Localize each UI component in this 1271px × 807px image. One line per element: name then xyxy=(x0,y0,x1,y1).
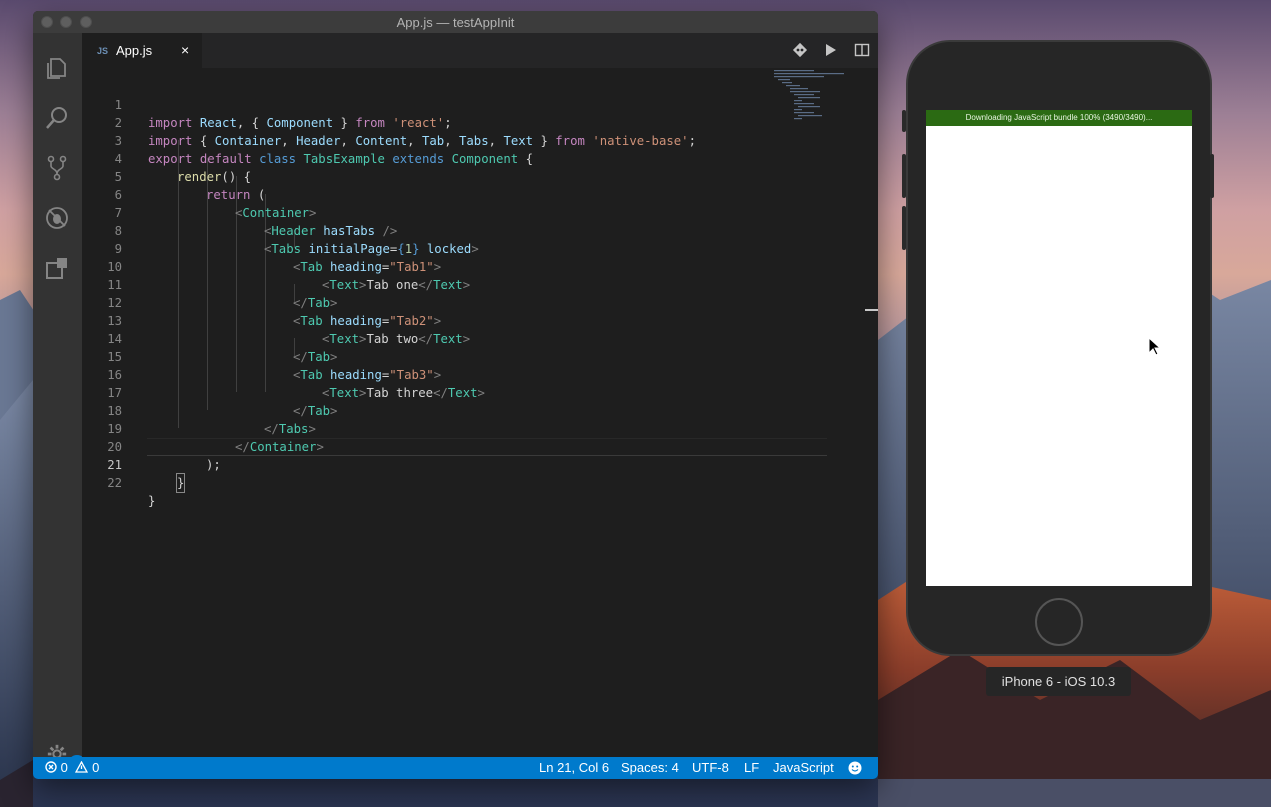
scrollbar-position-marker[interactable] xyxy=(865,309,878,311)
js-file-icon: JS xyxy=(97,45,109,56)
zoom-window-button[interactable] xyxy=(80,16,92,28)
debug-icon[interactable] xyxy=(44,205,70,231)
run-icon[interactable] xyxy=(822,42,838,58)
code-line: 19 </Container> xyxy=(82,402,827,454)
split-editor-icon[interactable] xyxy=(854,42,870,58)
code-line: 16 <Text>Tab three</Text> xyxy=(82,348,827,400)
minimize-window-button[interactable] xyxy=(60,16,72,28)
encoding-setting[interactable]: UTF-8 xyxy=(692,760,729,775)
code-line: 8 <Tabs initialPage={1} locked> xyxy=(82,204,827,256)
code-line: 1 import React, { Component } from 'reac… xyxy=(82,78,827,130)
device-label: iPhone 6 - iOS 10.3 xyxy=(986,667,1131,696)
git-compare-icon[interactable] xyxy=(792,42,808,58)
code-line: 13 <Text>Tab two</Text> xyxy=(82,294,827,346)
search-icon[interactable] xyxy=(44,105,70,131)
code-line: 12 <Tab heading="Tab2"> xyxy=(82,276,827,328)
warning-count: 0 xyxy=(92,760,100,775)
volume-up-button xyxy=(902,154,906,198)
source-control-icon[interactable] xyxy=(44,155,70,181)
files-icon[interactable] xyxy=(44,55,70,81)
code-text: } xyxy=(148,494,156,508)
code-line: 9 <Tab heading="Tab1"> xyxy=(82,222,827,274)
language-mode[interactable]: JavaScript xyxy=(773,760,834,775)
minimap[interactable] xyxy=(772,68,852,128)
code-line: 17 </Tab> xyxy=(82,366,827,418)
code-text: } xyxy=(175,473,186,493)
tab-label: App.js xyxy=(116,43,153,58)
cursor-position[interactable]: Ln 21, Col 6 xyxy=(539,760,609,775)
error-count: 0 xyxy=(60,760,68,775)
activity-bar: 1 xyxy=(33,33,86,773)
close-icon[interactable]: × xyxy=(181,42,189,58)
mouse-cursor-icon xyxy=(1148,337,1162,356)
tab-app-js[interactable]: JS App.js × xyxy=(82,33,202,68)
tab-bar: JS App.js × xyxy=(82,33,878,68)
mute-switch xyxy=(902,110,906,132)
code-line: 15 <Tab heading="Tab3"> xyxy=(82,330,827,382)
vscode-window: App.js — testAppInit JS App.js × 1 impor… xyxy=(33,11,878,779)
code-line: 20 ); xyxy=(82,420,827,472)
problems-indicator[interactable]: 0 0 xyxy=(45,760,99,775)
code-line: 22 } xyxy=(82,456,827,508)
extensions-icon[interactable] xyxy=(44,255,70,281)
indentation-setting[interactable]: Spaces: 4 xyxy=(621,760,679,775)
volume-down-button xyxy=(902,206,906,250)
code-line: 6 <Container> xyxy=(82,168,827,220)
code-line: 7 <Header hasTabs /> xyxy=(82,186,827,238)
code-line: 10 <Text>Tab one</Text> xyxy=(82,240,827,292)
iphone-simulator: Downloading JavaScript bundle 100% (3490… xyxy=(902,40,1214,656)
error-icon xyxy=(45,761,57,773)
warning-icon xyxy=(75,760,89,773)
code-line: 4 render() { xyxy=(82,132,827,184)
line-number: 22 xyxy=(107,476,122,490)
code-line: 5 return ( xyxy=(82,150,827,202)
download-progress-banner: Downloading JavaScript bundle 100% (3490… xyxy=(926,110,1192,126)
code-line: 21 } xyxy=(82,438,827,493)
title-bar: App.js — testAppInit xyxy=(33,11,878,33)
power-button xyxy=(1210,154,1214,198)
close-window-button[interactable] xyxy=(41,16,53,28)
code-line: 3 export default class TabsExample exten… xyxy=(82,114,827,166)
code-line: 14 </Tab> xyxy=(82,312,827,364)
code-line: 2 import { Container, Header, Content, T… xyxy=(82,96,827,148)
window-title: App.js — testAppInit xyxy=(396,14,515,30)
code-editor[interactable]: 1 import React, { Component } from 'reac… xyxy=(82,68,878,757)
eol-setting[interactable]: LF xyxy=(744,760,759,775)
code-line: 11 </Tab> xyxy=(82,258,827,310)
feedback-smiley-icon[interactable] xyxy=(848,761,862,775)
status-bar: 0 0 Ln 21, Col 6 Spaces: 4 UTF-8 LF Java… xyxy=(33,757,878,779)
code-line: 18 </Tabs> xyxy=(82,384,827,436)
home-button[interactable] xyxy=(1035,598,1083,646)
